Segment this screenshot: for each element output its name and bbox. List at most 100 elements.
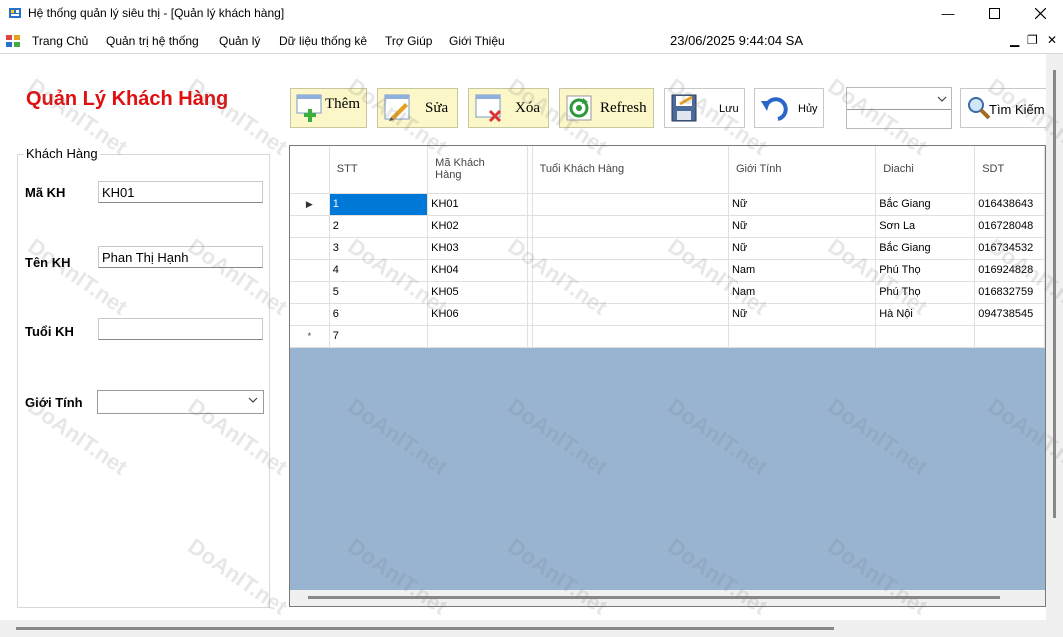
grid-scroll-thumb[interactable] bbox=[308, 596, 1000, 599]
sua-label: Sửa bbox=[425, 100, 449, 116]
menu-quan-ly[interactable]: Quản lý bbox=[219, 34, 260, 48]
menu-quan-tri-he-thong[interactable]: Quản trị hệ thống bbox=[106, 34, 199, 48]
cell-diachi[interactable]: Bắc Giang bbox=[875, 193, 976, 216]
cell-tuoi-khach-hang[interactable] bbox=[532, 237, 729, 260]
cell-ma-khach-hang[interactable]: KH05 bbox=[427, 281, 528, 304]
cell-ma-khach-hang[interactable]: KH04 bbox=[427, 259, 528, 282]
cell-gioi-tinh[interactable]: Nữ bbox=[728, 303, 877, 326]
col-header-sdt[interactable]: SDT bbox=[974, 146, 1045, 194]
cell-stt[interactable]: 1 bbox=[329, 193, 429, 216]
cell-diachi[interactable]: Bắc Giang bbox=[875, 237, 976, 260]
cell-diachi[interactable]: Hà Nội bbox=[875, 303, 976, 326]
cell-tuoi-khach-hang[interactable] bbox=[532, 215, 729, 238]
cell-gioi-tinh[interactable]: Nam bbox=[728, 281, 877, 304]
menu-du-lieu-thong-ke[interactable]: Dữ liệu thống kê bbox=[279, 34, 367, 48]
cell-tuoi-khach-hang[interactable] bbox=[532, 281, 729, 304]
table-row[interactable]: 6 KH06 Nữ Hà Nội 094738545 bbox=[290, 303, 1045, 326]
col-header-gioi-tinh[interactable]: Giới Tính bbox=[728, 146, 877, 194]
table-row[interactable]: 2 KH02 Nữ Sơn La 016728048 bbox=[290, 215, 1045, 238]
close-button[interactable] bbox=[1017, 0, 1063, 27]
luu-button[interactable]: Lưu bbox=[664, 88, 745, 128]
chevron-down-icon bbox=[937, 96, 947, 102]
cell-tuoi-khach-hang[interactable] bbox=[532, 259, 729, 282]
sua-button[interactable]: Sửa bbox=[377, 88, 458, 128]
menu-trang-chu[interactable]: Trang Chủ bbox=[32, 34, 88, 48]
form-vertical-scrollbar[interactable] bbox=[1046, 54, 1063, 620]
mdi-close-icon[interactable]: ✕ bbox=[1047, 33, 1057, 47]
col-header-diachi[interactable]: Diachi bbox=[875, 146, 976, 194]
table-row[interactable]: 3 KH03 Nữ Bắc Giang 016734532 bbox=[290, 237, 1045, 260]
cell-gioi-tinh[interactable]: Nữ bbox=[728, 193, 877, 216]
table-row[interactable]: * 7 bbox=[290, 325, 1045, 348]
cell-stt[interactable]: 3 bbox=[329, 237, 429, 260]
row-header[interactable]: ▶ bbox=[290, 193, 330, 216]
grid-horizontal-scrollbar[interactable] bbox=[290, 590, 1045, 606]
add-icon bbox=[296, 94, 322, 122]
tuoi-kh-input[interactable] bbox=[98, 318, 263, 340]
cell-stt[interactable]: 7 bbox=[329, 325, 429, 348]
cell-sdt[interactable]: 094738545 bbox=[974, 303, 1045, 326]
gioi-tinh-select[interactable] bbox=[97, 390, 264, 414]
cell-gioi-tinh[interactable]: Nam bbox=[728, 259, 877, 282]
menu-tro-giup[interactable]: Trợ Giúp bbox=[385, 34, 432, 48]
cell-ma-khach-hang[interactable] bbox=[427, 325, 528, 348]
row-header[interactable]: * bbox=[290, 325, 330, 348]
row-header[interactable] bbox=[290, 215, 330, 238]
cell-stt[interactable]: 6 bbox=[329, 303, 429, 326]
menu-gioi-thieu[interactable]: Giới Thiệu bbox=[449, 34, 505, 48]
cell-stt[interactable]: 2 bbox=[329, 215, 429, 238]
col-header-stt[interactable]: STT bbox=[329, 146, 429, 194]
cell-ma-khach-hang[interactable]: KH01 bbox=[427, 193, 528, 216]
search-criteria-field[interactable] bbox=[847, 88, 951, 110]
cell-diachi[interactable] bbox=[875, 325, 976, 348]
cell-stt[interactable]: 4 bbox=[329, 259, 429, 282]
cell-gioi-tinh[interactable] bbox=[728, 325, 877, 348]
cell-sdt[interactable]: 016924828 bbox=[974, 259, 1045, 282]
search-criteria-select[interactable] bbox=[846, 87, 952, 129]
mdi-minimize-icon[interactable]: ▁ bbox=[1010, 33, 1019, 47]
minimize-button[interactable]: — bbox=[925, 0, 971, 27]
table-row[interactable]: 4 KH04 Nam Phú Thọ 016924828 bbox=[290, 259, 1045, 282]
cell-gioi-tinh[interactable]: Nữ bbox=[728, 237, 877, 260]
tim-kiem-button[interactable]: Tìm Kiếm bbox=[960, 88, 1046, 128]
maximize-button[interactable] bbox=[971, 0, 1017, 27]
cell-diachi[interactable]: Sơn La bbox=[875, 215, 976, 238]
gioi-tinh-label: Giới Tính bbox=[25, 395, 83, 410]
table-row[interactable]: 5 KH05 Nam Phú Thọ 016832759 bbox=[290, 281, 1045, 304]
cell-diachi[interactable]: Phú Thọ bbox=[875, 281, 976, 304]
cell-ma-khach-hang[interactable]: KH03 bbox=[427, 237, 528, 260]
cell-sdt[interactable] bbox=[974, 325, 1045, 348]
huy-button[interactable]: Hủy bbox=[754, 88, 824, 128]
cell-ma-khach-hang[interactable]: KH06 bbox=[427, 303, 528, 326]
refresh-button[interactable]: Refresh bbox=[559, 88, 654, 128]
mdi-restore-icon[interactable]: ❐ bbox=[1027, 33, 1038, 47]
col-header-tuoi-khach-hang[interactable]: Tuổi Khách Hàng bbox=[532, 146, 729, 194]
col-header-ma-khach-hang[interactable]: Mã Khách Hàng bbox=[427, 146, 528, 194]
cell-sdt[interactable]: 016734532 bbox=[974, 237, 1045, 260]
cell-sdt[interactable]: 016832759 bbox=[974, 281, 1045, 304]
row-header[interactable] bbox=[290, 281, 330, 304]
ma-kh-input[interactable] bbox=[98, 181, 263, 203]
clock-label: 23/06/2025 9:44:04 SA bbox=[670, 33, 804, 48]
them-button[interactable]: Thêm bbox=[290, 88, 367, 128]
row-header[interactable] bbox=[290, 259, 330, 282]
form-horizontal-scrollbar[interactable] bbox=[0, 620, 1063, 637]
mdi-child-icon[interactable] bbox=[6, 35, 20, 47]
xoa-button[interactable]: Xóa bbox=[468, 88, 549, 128]
form-vscroll-thumb[interactable] bbox=[1053, 70, 1056, 518]
row-header[interactable] bbox=[290, 237, 330, 260]
cell-tuoi-khach-hang[interactable] bbox=[532, 325, 729, 348]
cell-sdt[interactable]: 016438643 bbox=[974, 193, 1045, 216]
cell-ma-khach-hang[interactable]: KH02 bbox=[427, 215, 528, 238]
cell-gioi-tinh[interactable]: Nữ bbox=[728, 215, 877, 238]
ten-kh-input[interactable] bbox=[98, 246, 263, 268]
cell-tuoi-khach-hang[interactable] bbox=[532, 193, 729, 216]
form-hscroll-thumb[interactable] bbox=[16, 627, 834, 630]
cell-diachi[interactable]: Phú Thọ bbox=[875, 259, 976, 282]
table-row[interactable]: ▶ 1 KH01 Nữ Bắc Giang 016438643 bbox=[290, 193, 1045, 216]
customer-datagrid[interactable]: STT Mã Khách Hàng Tuổi Khách Hàng Giới T… bbox=[289, 145, 1046, 607]
cell-tuoi-khach-hang[interactable] bbox=[532, 303, 729, 326]
cell-sdt[interactable]: 016728048 bbox=[974, 215, 1045, 238]
row-header[interactable] bbox=[290, 303, 330, 326]
cell-stt[interactable]: 5 bbox=[329, 281, 429, 304]
